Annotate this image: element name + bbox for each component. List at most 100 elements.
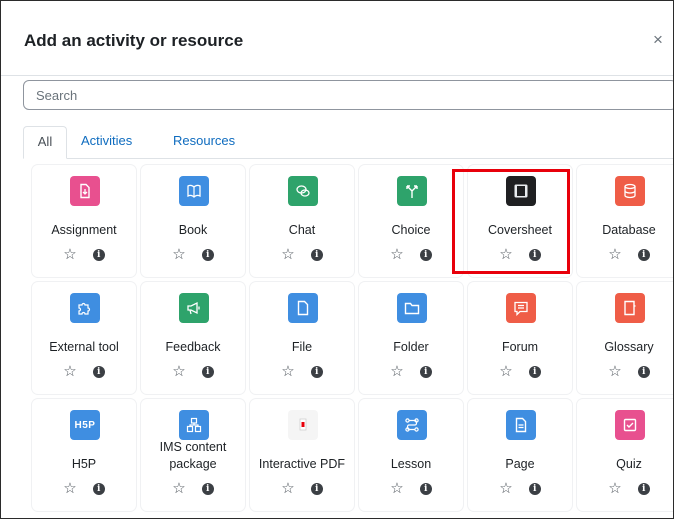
activity-label: Book [178, 223, 208, 237]
info-icon[interactable]: i [637, 365, 650, 378]
tab-all[interactable]: All [23, 126, 67, 159]
star-icon[interactable]: ☆ [390, 364, 403, 379]
card-actions: ☆ i [577, 364, 673, 379]
star-icon[interactable]: ☆ [63, 364, 76, 379]
activity-label: Choice [391, 223, 431, 237]
info-icon[interactable]: i [310, 482, 323, 495]
forum-icon [506, 293, 536, 323]
folder-icon [397, 293, 427, 323]
activity-card-glossary[interactable]: Glossary ☆ i [577, 282, 673, 394]
quiz-icon [615, 410, 645, 440]
info-icon[interactable]: i [201, 482, 214, 495]
pdf-icon [288, 410, 318, 440]
info-icon[interactable]: i [528, 482, 541, 495]
activity-label: Page [505, 457, 535, 471]
coversheet-icon [506, 176, 536, 206]
star-icon[interactable]: ☆ [608, 481, 621, 496]
star-icon[interactable]: ☆ [499, 364, 512, 379]
activity-label: Forum [501, 340, 539, 354]
info-icon[interactable]: i [419, 248, 432, 261]
star-icon[interactable]: ☆ [63, 481, 76, 496]
info-icon[interactable]: i [528, 248, 541, 261]
info-icon[interactable]: i [92, 365, 105, 378]
info-icon[interactable]: i [637, 248, 650, 261]
activity-label: Database [602, 223, 656, 237]
activity-card-quiz[interactable]: Quiz ☆ i [577, 399, 673, 511]
info-icon[interactable]: i [92, 482, 105, 495]
activity-card-interactive-pdf[interactable]: Interactive PDF ☆ i [250, 399, 354, 511]
activity-label: Chat [288, 223, 316, 237]
card-actions: ☆ i [32, 247, 136, 262]
megaphone-icon [179, 293, 209, 323]
activity-label: Quiz [616, 457, 642, 471]
card-actions: ☆ i [468, 364, 572, 379]
star-icon[interactable]: ☆ [390, 247, 403, 262]
card-actions: ☆ i [250, 247, 354, 262]
activity-label: H5P [71, 457, 97, 471]
package-icon [179, 410, 209, 440]
page-icon [506, 410, 536, 440]
card-actions: ☆ i [250, 481, 354, 496]
activity-card-page[interactable]: Page ☆ i [468, 399, 572, 511]
info-icon[interactable]: i [310, 248, 323, 261]
activity-card-file[interactable]: File ☆ i [250, 282, 354, 394]
info-icon[interactable]: i [92, 248, 105, 261]
book-icon [179, 176, 209, 206]
activity-card-database[interactable]: Database ☆ i [577, 165, 673, 277]
card-actions: ☆ i [141, 481, 245, 496]
star-icon[interactable]: ☆ [499, 247, 512, 262]
tab-resources[interactable]: Resources [173, 126, 235, 158]
activity-card-external-tool[interactable]: External tool ☆ i [32, 282, 136, 394]
activity-label: External tool [49, 340, 119, 354]
star-icon[interactable]: ☆ [281, 247, 294, 262]
star-icon[interactable]: ☆ [281, 364, 294, 379]
star-icon[interactable]: ☆ [390, 481, 403, 496]
star-icon[interactable]: ☆ [499, 481, 512, 496]
tab-activities[interactable]: Activities [81, 126, 132, 158]
star-icon[interactable]: ☆ [608, 364, 621, 379]
activity-card-lesson[interactable]: Lesson ☆ i [359, 399, 463, 511]
activity-chooser-modal: Add an activity or resource × All Activi… [0, 0, 674, 519]
activity-card-folder[interactable]: Folder ☆ i [359, 282, 463, 394]
star-icon[interactable]: ☆ [172, 481, 185, 496]
activity-grid: Assignment ☆ i Book ☆ i Chat ☆ i Choice ☆ i Covershe… [32, 165, 673, 511]
info-icon[interactable]: i [310, 365, 323, 378]
activity-card-ims-content-package[interactable]: IMS content package ☆ i [141, 399, 245, 511]
activity-card-coversheet[interactable]: Coversheet ☆ i [468, 165, 572, 277]
card-actions: ☆ i [141, 364, 245, 379]
card-actions: ☆ i [468, 247, 572, 262]
activity-card-assignment[interactable]: Assignment ☆ i [32, 165, 136, 277]
info-icon[interactable]: i [201, 365, 214, 378]
choice-icon [397, 176, 427, 206]
modal-title: Add an activity or resource [24, 31, 244, 50]
modal-header: Add an activity or resource × [1, 1, 673, 76]
activity-card-chat[interactable]: Chat ☆ i [250, 165, 354, 277]
activity-card-book[interactable]: Book ☆ i [141, 165, 245, 277]
puzzle-icon [70, 293, 100, 323]
star-icon[interactable]: ☆ [281, 481, 294, 496]
star-icon[interactable]: ☆ [608, 247, 621, 262]
star-icon[interactable]: ☆ [172, 364, 185, 379]
activity-card-choice[interactable]: Choice ☆ i [359, 165, 463, 277]
info-icon[interactable]: i [637, 482, 650, 495]
activity-card-h5p[interactable]: H5P H5P ☆ i [32, 399, 136, 511]
activity-label: Interactive PDF [258, 457, 346, 471]
info-icon[interactable]: i [201, 248, 214, 261]
activity-card-feedback[interactable]: Feedback ☆ i [141, 282, 245, 394]
activity-label: Folder [393, 340, 429, 354]
star-icon[interactable]: ☆ [172, 247, 185, 262]
lesson-icon [397, 410, 427, 440]
info-icon[interactable]: i [419, 365, 432, 378]
activity-card-forum[interactable]: Forum ☆ i [468, 282, 572, 394]
activity-label: Assignment [51, 223, 117, 237]
star-icon[interactable]: ☆ [63, 247, 76, 262]
h5p-icon-text: H5P [74, 419, 96, 431]
info-icon[interactable]: i [419, 482, 432, 495]
tab-bar: All Activities Resources [23, 126, 673, 159]
info-icon[interactable]: i [528, 365, 541, 378]
activity-label: Feedback [165, 340, 221, 354]
card-actions: ☆ i [32, 364, 136, 379]
close-icon[interactable]: × [651, 31, 665, 48]
search-input[interactable] [23, 80, 673, 110]
card-actions: ☆ i [359, 247, 463, 262]
